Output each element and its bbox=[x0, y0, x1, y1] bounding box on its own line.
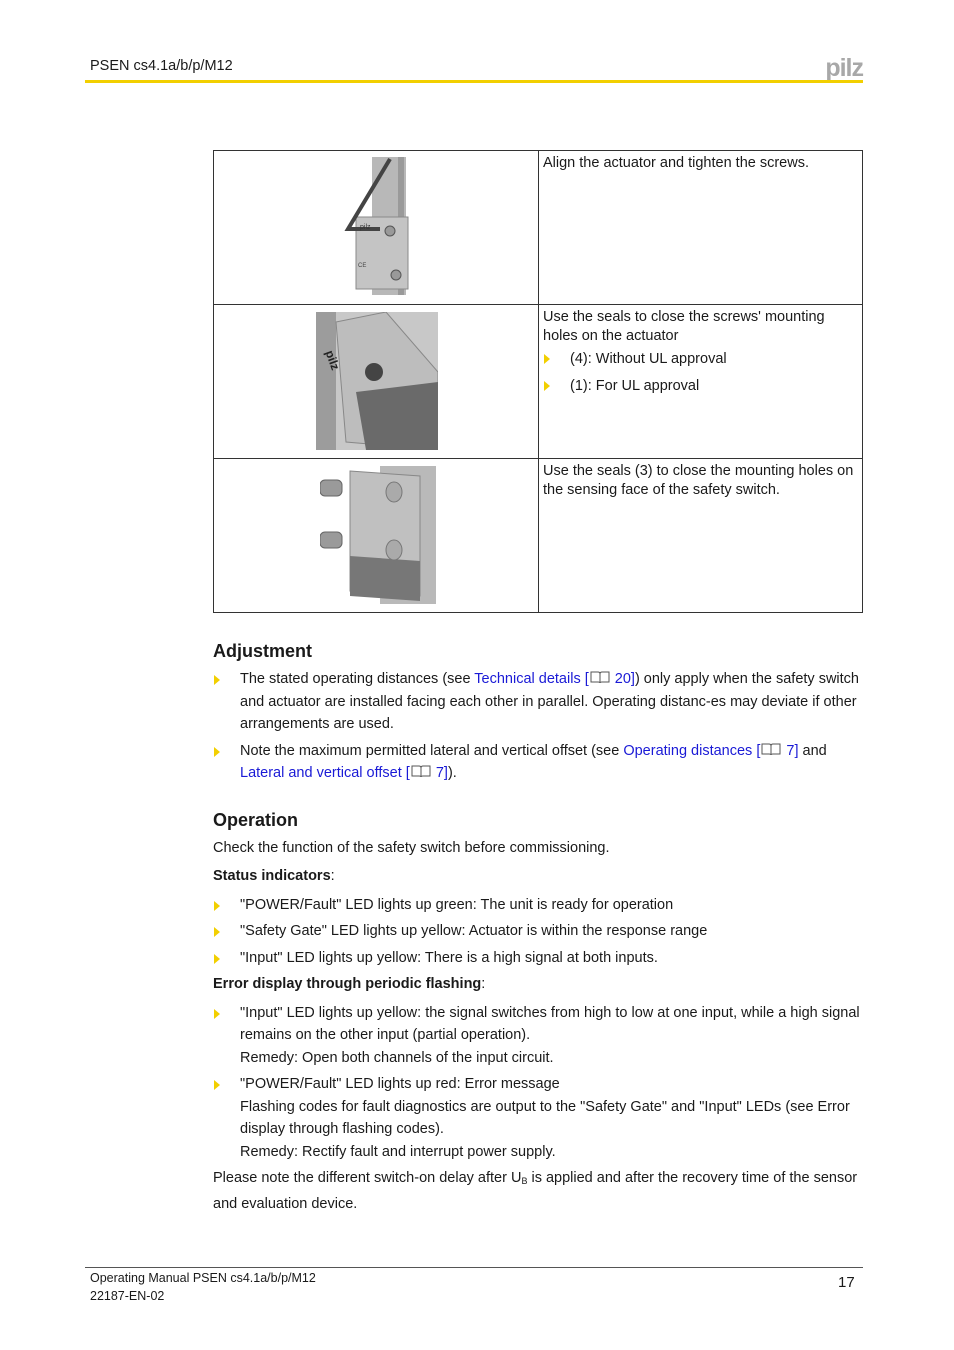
footer-divider bbox=[85, 1267, 863, 1268]
main-content: Adjustment The stated operating distance… bbox=[213, 640, 863, 1221]
list-item: "Safety Gate" LED lights up yellow: Actu… bbox=[213, 920, 863, 943]
list-item: "Input" LED lights up yellow: There is a… bbox=[213, 947, 863, 970]
table-row: Use the seals (3) to close the mounting … bbox=[213, 458, 863, 613]
table-row: pilz CE Align the actuator and tighten t… bbox=[213, 150, 863, 305]
page-footer: Operating Manual PSEN cs4.1a/b/p/M12 221… bbox=[90, 1270, 316, 1305]
image-cell: pilz bbox=[213, 304, 539, 459]
list-item: The stated operating distances (see Tech… bbox=[213, 668, 863, 736]
svg-text:pilz: pilz bbox=[360, 224, 371, 231]
operation-intro: Check the function of the safety switch … bbox=[213, 839, 610, 856]
list-item: "Input" LED lights up yellow: the signal… bbox=[213, 1002, 863, 1070]
actuator-with-hex-key-illustration: pilz CE bbox=[344, 157, 409, 295]
bullet-arrow-icon bbox=[214, 746, 220, 757]
list-item: Note the maximum permitted lateral and v… bbox=[213, 740, 863, 785]
step-text: Use the seals to close the screws' mount… bbox=[543, 309, 825, 344]
sensing-face-seals-illustration bbox=[320, 466, 436, 604]
instruction-cell: Use the seals to close the screws' mount… bbox=[538, 304, 863, 459]
header-title: PSEN cs4.1a/b/p/M12 bbox=[90, 58, 233, 74]
book-icon bbox=[761, 743, 781, 755]
bullet-arrow-icon bbox=[544, 354, 550, 364]
adjustment-heading: Adjustment bbox=[213, 641, 312, 661]
switch-on-delay-note: Please note the different switch-on dela… bbox=[213, 1170, 858, 1212]
list-item: (1): For UL approval bbox=[543, 377, 856, 396]
bullet-arrow-icon bbox=[214, 927, 220, 937]
operation-heading: Operation bbox=[213, 809, 299, 830]
list-item: "POWER/Fault" LED lights up red: Error m… bbox=[213, 1073, 863, 1163]
list-item: "POWER/Fault" LED lights up green: The u… bbox=[213, 894, 863, 917]
operating-distances-link[interactable]: Operating distances [ 7] bbox=[623, 743, 798, 759]
seal-options-list: (4): Without UL approval (1): For UL app… bbox=[543, 350, 856, 395]
instruction-cell: Align the actuator and tighten the screw… bbox=[538, 150, 863, 305]
pilz-logo: pilz bbox=[825, 54, 864, 82]
error-display-list: "Input" LED lights up yellow: the signal… bbox=[213, 1002, 863, 1164]
footer-document-number: 22187-EN-02 bbox=[90, 1288, 165, 1303]
footer-manual-title: Operating Manual PSEN cs4.1a/b/p/M12 bbox=[90, 1271, 316, 1285]
bullet-arrow-icon bbox=[214, 1080, 220, 1090]
bullet-arrow-icon bbox=[214, 953, 220, 964]
table-row: pilz Use the seals to close the screws' … bbox=[213, 304, 863, 459]
technical-details-link[interactable]: Technical details [ 20] bbox=[474, 671, 635, 687]
book-icon bbox=[411, 765, 431, 778]
page-number: 17 bbox=[838, 1274, 855, 1291]
bullet-arrow-icon bbox=[214, 1008, 220, 1019]
step-text: Use the seals (3) to close the mounting … bbox=[543, 463, 854, 498]
actuator-seals-illustration: pilz bbox=[316, 312, 438, 450]
status-indicators-list: "POWER/Fault" LED lights up green: The u… bbox=[213, 894, 863, 970]
bullet-arrow-icon bbox=[214, 675, 220, 685]
installation-steps-table: pilz CE Align the actuator and tighten t… bbox=[213, 150, 863, 613]
bullet-arrow-icon bbox=[544, 380, 550, 391]
image-cell: pilz CE bbox=[213, 150, 539, 305]
instruction-cell: Use the seals (3) to close the mounting … bbox=[538, 458, 863, 613]
svg-text:CE: CE bbox=[358, 263, 366, 269]
bullet-arrow-icon bbox=[214, 900, 220, 911]
lateral-vertical-offset-link[interactable]: Lateral and vertical offset [ 7] bbox=[240, 765, 448, 781]
adjustment-list: The stated operating distances (see Tech… bbox=[213, 668, 863, 785]
status-indicators-label: Status indicators: bbox=[213, 868, 335, 884]
page-header: PSEN cs4.1a/b/p/M12 pilz bbox=[85, 54, 864, 82]
step-text: Align the actuator and tighten the screw… bbox=[543, 155, 809, 171]
header-divider bbox=[85, 80, 863, 83]
book-icon bbox=[590, 671, 610, 684]
list-item: (4): Without UL approval bbox=[543, 350, 856, 369]
image-cell bbox=[213, 458, 539, 613]
error-display-label: Error display through periodic flashing: bbox=[213, 976, 486, 992]
